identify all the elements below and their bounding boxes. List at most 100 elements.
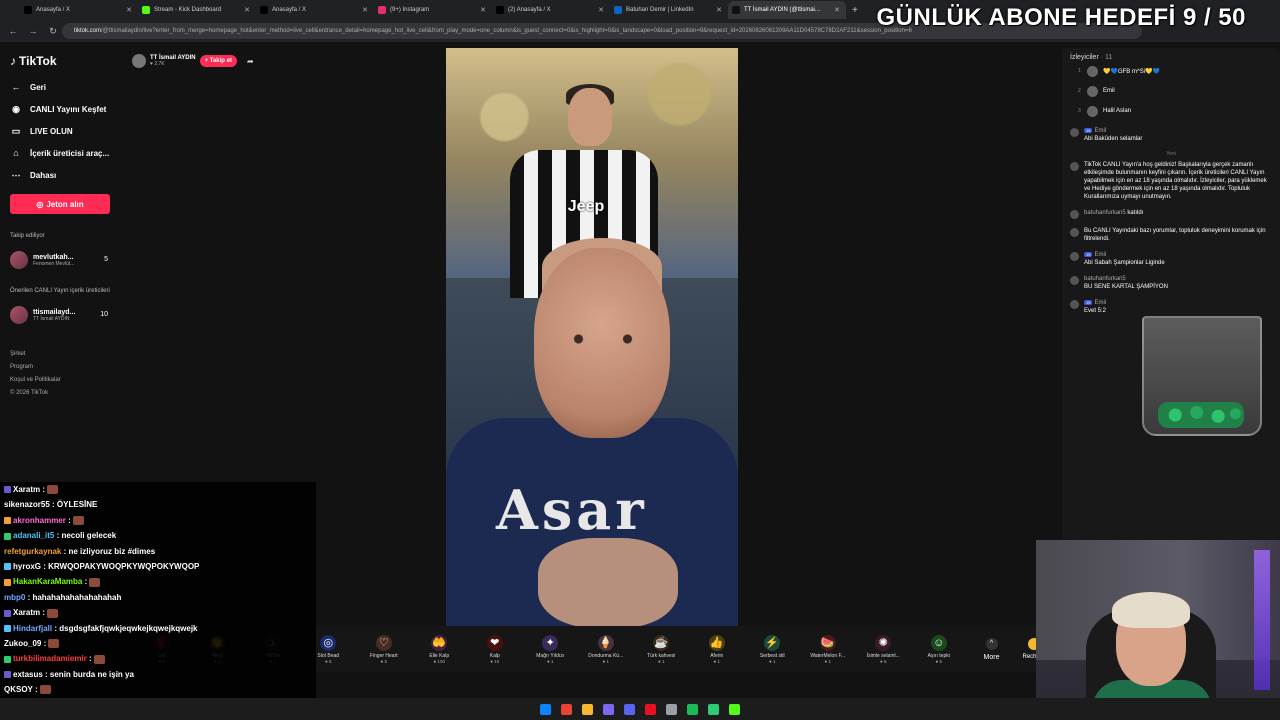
tab-favicon-icon: [142, 6, 150, 14]
avatar[interactable]: [1070, 128, 1079, 137]
stream-chat-line: refetgurkaynak : ne izliyoruz biz #dimes: [4, 546, 156, 556]
sidebar-item[interactable]: ← Geri: [10, 76, 116, 98]
clover-jar-overlay: [1142, 316, 1262, 436]
sidebar-item[interactable]: ◉ CANLI Yayını Keşfet: [10, 98, 116, 120]
gift-item[interactable]: 🍦 Dondurma Kü... ● 1: [578, 634, 634, 664]
avatar[interactable]: [1070, 210, 1079, 219]
browser-tab[interactable]: Stream - Kick Dashboard ✕: [138, 1, 256, 19]
avatar: [1087, 85, 1098, 97]
viewers-header[interactable]: İzleyiciler · 11: [1070, 54, 1272, 61]
new-tab-icon[interactable]: +: [852, 5, 858, 16]
stream-chat-user: Xaratm: [13, 608, 41, 618]
chat-badge-icon: [4, 671, 11, 679]
sidebar-item[interactable]: ⋯ Dahası: [10, 164, 116, 186]
share-icon[interactable]: ➦: [247, 57, 254, 66]
gift-item[interactable]: ❤ Kalp ● 10: [467, 634, 523, 664]
chat-username[interactable]: batuhanfurkan5: [1084, 210, 1126, 216]
system-message: Bu CANLI Yayındaki bazı yorumlar, toplul…: [1084, 228, 1266, 242]
browser-tab[interactable]: Anasayfa / X ✕: [20, 1, 138, 19]
browser-tab[interactable]: (2) Anasayfa / X ✕: [492, 1, 610, 19]
tiktok-logo[interactable]: ♪ TikTok: [10, 54, 116, 68]
gift-item[interactable]: 🍉 WaterMelon F... ● 1: [800, 634, 856, 664]
footer-link-terms[interactable]: Koşul ve Politikalar: [10, 374, 116, 387]
emote-icon: [47, 608, 59, 618]
gift-price: ● 10: [490, 658, 500, 664]
sidebar-item[interactable]: ⌂ İçerik üreticisi araç...: [10, 142, 116, 164]
close-icon[interactable]: ✕: [244, 6, 250, 14]
gift-item[interactable]: ⚡ Serbest stil ● 1: [745, 634, 801, 664]
sidebar-item[interactable]: ▭ LIVE OLUN: [10, 120, 116, 142]
gift-price: ● 1: [824, 658, 831, 664]
chat-panel: İzleyiciler · 11 1 💛💙GFB m^Si💛💙 2 Emil 3 Hali…: [1062, 48, 1280, 542]
stream-chat-text: dsgdsgfakfjqwkjeqwkejkqwejkqwejk: [59, 623, 198, 633]
stream-chat-user: HakanKaraMamba: [13, 577, 83, 587]
chat-text: BU SENE KARTAL ŞAMPİYON: [1084, 284, 1168, 290]
gift-item[interactable]: 👍 Aferin ● 1: [689, 634, 745, 664]
avatar[interactable]: [1070, 300, 1079, 309]
avatar[interactable]: [1070, 162, 1079, 171]
close-icon[interactable]: ✕: [362, 6, 368, 14]
close-icon[interactable]: ✕: [598, 6, 604, 14]
gift-item[interactable]: ☕ Türk kahvesi ● 1: [634, 634, 690, 664]
close-icon[interactable]: ✕: [126, 6, 132, 14]
reload-icon[interactable]: ↻: [48, 26, 58, 37]
live-video[interactable]: Jeep Asar: [446, 48, 738, 630]
stream-chat-line: QKSOY :: [4, 682, 312, 697]
taskbar-app-icon[interactable]: [645, 703, 656, 715]
gifts-more-button[interactable]: ^ More: [967, 637, 1017, 661]
avatar[interactable]: [1070, 228, 1079, 237]
close-icon[interactable]: ✕: [716, 6, 722, 14]
avatar[interactable]: [1070, 252, 1079, 261]
footer-link-company[interactable]: Şirket: [10, 348, 116, 361]
logo-text: TikTok: [19, 54, 57, 68]
taskbar-app-icon[interactable]: [687, 703, 698, 715]
taskbar-app-icon[interactable]: [666, 703, 677, 715]
taskbar-app-icon[interactable]: [603, 703, 614, 715]
gift-item[interactable]: ♡ Finger Heart ● 5: [356, 634, 412, 664]
chat-message: 15 Emil Evet 5:2: [1070, 299, 1272, 315]
suggested-user-sub: TT İsmail AYDIN: [33, 315, 70, 322]
stream-chat-user: turkbilimadamiemir: [13, 654, 87, 664]
url-host: tiktok.com: [74, 28, 102, 34]
level-badge: 15: [1084, 128, 1093, 133]
emote-icon: [39, 685, 51, 695]
browser-tab[interactable]: Anasayfa / X ✕: [256, 1, 374, 19]
gift-item[interactable]: 🤲 Elle Kalp ● 100: [412, 634, 468, 664]
chat-username[interactable]: Emil: [1094, 300, 1106, 306]
forward-icon[interactable]: →: [28, 26, 38, 36]
emote-icon: [89, 577, 101, 587]
viewer-row[interactable]: 3 Halil Aslan: [1078, 101, 1272, 121]
taskbar-app-icon[interactable]: [729, 703, 740, 715]
gift-item[interactable]: ✺ İsimle selaml... ● 5: [856, 634, 912, 664]
taskbar-app-icon[interactable]: [624, 703, 635, 715]
following-user[interactable]: mevlutkah... Fenomen Mevlüt... 5: [10, 251, 116, 269]
taskbar-app-icon[interactable]: [540, 703, 551, 715]
viewer-row[interactable]: 2 Emil: [1078, 81, 1272, 101]
browser-tab[interactable]: Batuhan Demir | LinkedIn ✕: [610, 1, 728, 19]
viewer-row[interactable]: 1 💛💙GFB m^Si💛💙: [1078, 61, 1272, 81]
gift-item[interactable]: ☺ Aşırı tepki ● 5: [911, 634, 967, 664]
follow-button[interactable]: + Takip et: [199, 55, 237, 67]
chat-badge-icon: [4, 655, 11, 663]
close-icon[interactable]: ✕: [834, 6, 840, 14]
chat-username[interactable]: Emil: [1094, 252, 1106, 258]
suggested-user[interactable]: ttismailayd... TT İsmail AYDIN 10: [10, 306, 116, 324]
browser-tab[interactable]: (9+) Instagram ✕: [374, 1, 492, 19]
chat-message: Bu CANLI Yayındaki bazı yorumlar, toplul…: [1070, 227, 1272, 243]
close-icon[interactable]: ✕: [480, 6, 486, 14]
chat-username[interactable]: Emil: [1094, 128, 1106, 134]
hands: [538, 538, 678, 628]
taskbar-app-icon[interactable]: [582, 703, 593, 715]
avatar[interactable]: [1070, 276, 1079, 285]
avatar: [10, 251, 28, 269]
gift-item[interactable]: ✦ Mağrı Yıldızı ● 1: [523, 634, 579, 664]
taskbar-app-icon[interactable]: [561, 703, 572, 715]
chat-username[interactable]: batuhanfurkan5: [1084, 276, 1126, 282]
taskbar-app-icon[interactable]: [708, 703, 719, 715]
back-icon[interactable]: ←: [8, 26, 18, 36]
tab-label: (9+) Instagram: [390, 7, 430, 13]
host-avatar[interactable]: [132, 54, 146, 68]
get-coins-button[interactable]: ◎ Jeton alın: [10, 194, 110, 214]
footer-link-program[interactable]: Program: [10, 361, 116, 374]
browser-tab[interactable]: TT İsmail AYDIN (@ttismai... ✕: [728, 1, 846, 19]
